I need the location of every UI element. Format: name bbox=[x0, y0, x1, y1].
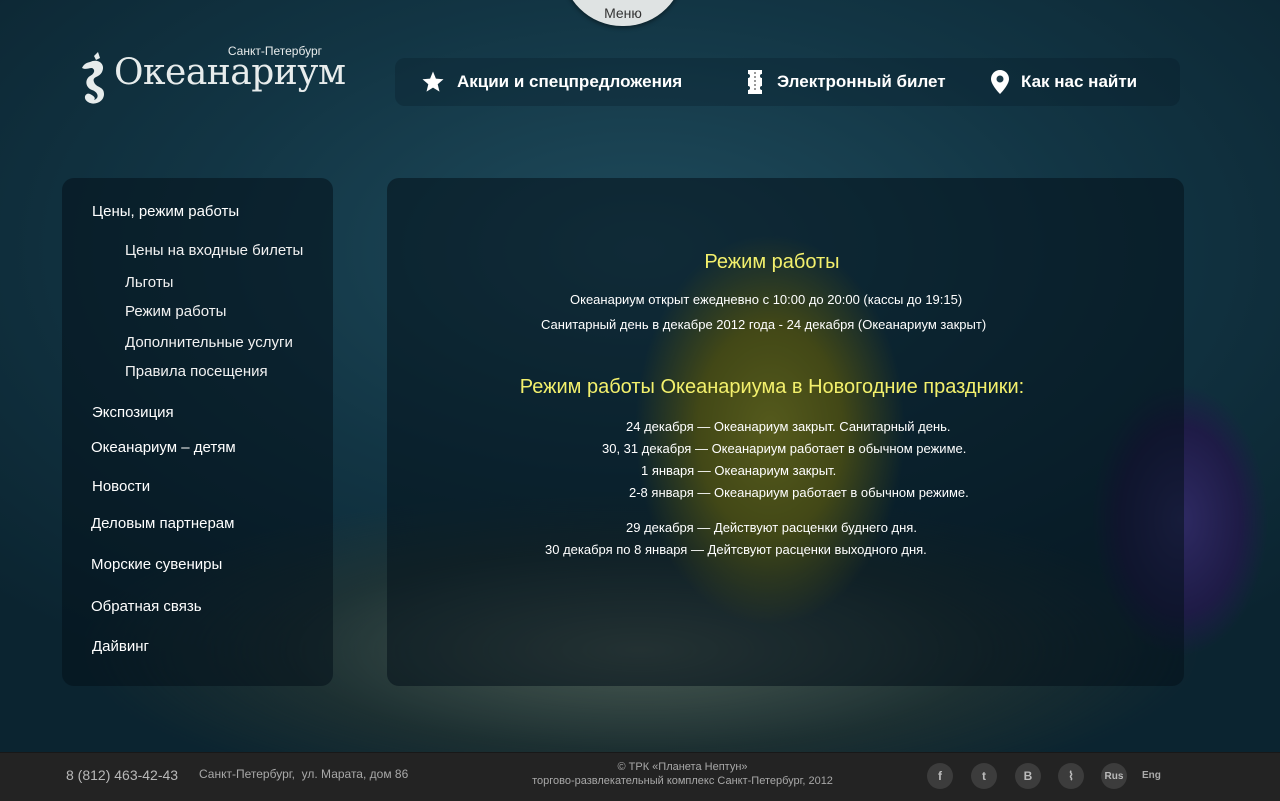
sidebar-item-feedback[interactable]: Обратная связь bbox=[91, 598, 202, 615]
nav-e-ticket[interactable]: Электронный билет bbox=[745, 70, 946, 94]
sidebar-item-souvenirs[interactable]: Морские сувениры bbox=[91, 556, 222, 573]
top-navigation: Акции и спецпредложения Электронный биле… bbox=[395, 58, 1180, 106]
twitter-icon[interactable]: t bbox=[971, 763, 997, 789]
sidebar-item-diving[interactable]: Дайвинг bbox=[92, 638, 149, 655]
footer-address: Санкт-Петербург, ул. Марата, дом 86 bbox=[199, 767, 409, 781]
ticket-icon bbox=[748, 70, 762, 94]
logo-wordmark: Океанариум bbox=[114, 52, 346, 93]
seahorse-logo-icon bbox=[82, 52, 104, 104]
sidebar-subitem-ticket-prices[interactable]: Цены на входные билеты bbox=[125, 242, 303, 259]
footer: 8 (812) 463-42-43 Санкт-Петербург, ул. М… bbox=[0, 752, 1280, 801]
nav-promotions[interactable]: Акции и спецпредложения bbox=[421, 70, 682, 94]
sanitary-day-line: Санитарный день в декабре 2012 года - 24… bbox=[541, 317, 987, 332]
sidebar: Цены, режим работы Цены на входные билет… bbox=[62, 178, 333, 686]
sidebar-subitem-hours[interactable]: Режим работы bbox=[125, 303, 226, 320]
sidebar-subitem-benefits[interactable]: Льготы bbox=[125, 274, 173, 291]
vkontakte-icon[interactable]: В bbox=[1015, 763, 1041, 789]
sidebar-item-exposition[interactable]: Экспозиция bbox=[92, 404, 174, 421]
footer-phone: 8 (812) 463-42-43 bbox=[66, 767, 179, 783]
star-icon bbox=[422, 71, 444, 92]
sidebar-item-partners[interactable]: Деловым партнерам bbox=[91, 515, 234, 532]
footer-company: торгово-развлекательный комплекс Санкт-П… bbox=[532, 775, 833, 787]
holiday-title: Режим работы Океанариума в Новогодние пр… bbox=[519, 376, 1025, 398]
sidebar-subitem-extra-services[interactable]: Дополнительные услуги bbox=[125, 334, 293, 351]
hours-line: Океанариум открыт ежедневно с 10:00 до 2… bbox=[570, 292, 963, 307]
sidebar-item-prices-hours[interactable]: Цены, режим работы bbox=[92, 203, 239, 220]
lang-eng-button[interactable]: Eng bbox=[1142, 770, 1161, 781]
holiday-line: 24 декабря — Океанариум закрыт. Санитарн… bbox=[626, 419, 951, 434]
page-title: Режим работы bbox=[704, 251, 840, 273]
sidebar-item-kids[interactable]: Океанариум – детям bbox=[91, 439, 236, 456]
menu-tab[interactable]: Меню bbox=[562, 0, 684, 26]
nav-find-us[interactable]: Как нас найти bbox=[991, 70, 1137, 94]
sidebar-item-news[interactable]: Новости bbox=[92, 478, 150, 495]
footer-copyright: © ТРК «Планета Нептун» bbox=[617, 761, 748, 773]
holiday-line: 29 декабря — Действуют расценки буднего … bbox=[626, 520, 917, 535]
holiday-line: 2-8 января — Океанариум работает в обычн… bbox=[629, 485, 969, 500]
lang-rus-button[interactable]: Rus bbox=[1101, 763, 1127, 789]
nav-e-ticket-label: Электронный билет bbox=[777, 72, 946, 91]
sidebar-subitem-visit-rules[interactable]: Правила посещения bbox=[125, 363, 268, 380]
main-content: Режим работы Океанариум открыт ежедневно… bbox=[387, 178, 1184, 686]
logo[interactable]: Санкт-Петербург Океанариум bbox=[76, 44, 346, 110]
paperclip-icon[interactable]: ⌇ bbox=[1058, 763, 1084, 789]
menu-tab-label: Меню bbox=[604, 5, 642, 21]
nav-promotions-label: Акции и спецпредложения bbox=[457, 72, 683, 91]
holiday-line: 30 декабря по 8 января — Дейтсвуют расце… bbox=[545, 542, 927, 557]
nav-find-us-label: Как нас найти bbox=[1021, 72, 1138, 91]
holiday-line: 30, 31 декабря — Океанариум работает в о… bbox=[602, 441, 967, 456]
holiday-line: 1 января — Океанариум закрыт. bbox=[641, 463, 837, 478]
map-pin-icon bbox=[991, 70, 1009, 94]
facebook-icon[interactable]: f bbox=[927, 763, 953, 789]
